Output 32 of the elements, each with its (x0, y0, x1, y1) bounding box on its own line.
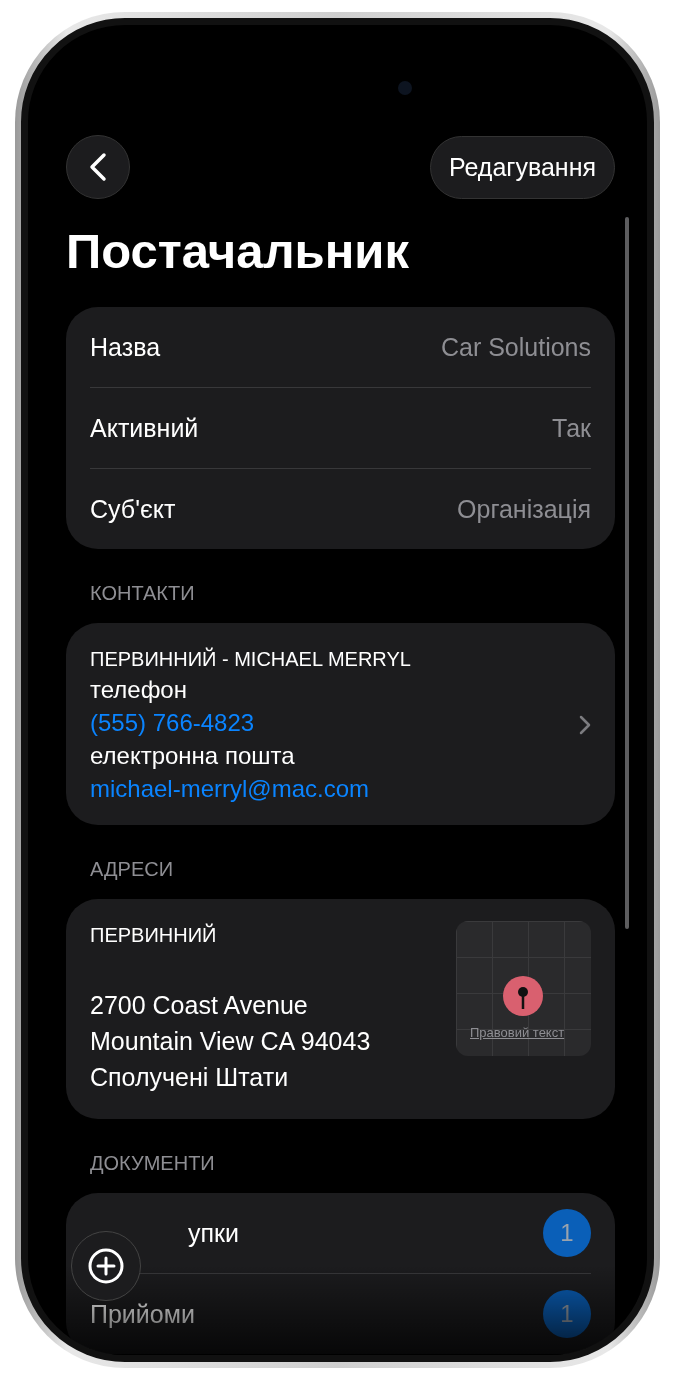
phone-label: телефон (90, 675, 188, 705)
section-header: КОНТАКТИ (90, 581, 196, 605)
section-header: АДРЕСИ (90, 857, 175, 881)
address-line: Сполучені Штати (90, 1062, 290, 1093)
contact-card[interactable]: ПЕРВИННИЙ - MICHAEL MERRYL телефон (555) 766-4823 електронна пошта michael-merryl@mac.com (66, 623, 615, 825)
email-label: електронна пошта (90, 741, 296, 771)
field-label: Назва (90, 332, 161, 362)
legal-link[interactable]: Правовий текст (470, 1025, 565, 1040)
document-label[interactable]: Прийоми (90, 1299, 195, 1329)
email-link[interactable]: michael-merryl@mac.com (90, 773, 579, 805)
field-label: Суб'єкт (90, 494, 176, 524)
address-label: ПЕРВИННИЙ (90, 922, 218, 948)
document-label[interactable]: упки (188, 1218, 239, 1248)
chevron-right-icon (579, 715, 591, 735)
phone-link[interactable]: (555) 766-4823 (90, 707, 579, 739)
count-badge: 1 (543, 1290, 591, 1338)
back-chevron-icon (89, 152, 107, 182)
plus-circle-icon (87, 1247, 125, 1285)
edit-button[interactable]: Редагування (429, 135, 615, 199)
contact-name: ПЕРВИННИЙ - MICHAEL MERRYL (90, 646, 412, 672)
field-value: Організація (457, 494, 591, 524)
page-title: Постачальник (66, 223, 410, 280)
section-header: ДОКУМЕНТИ (90, 1151, 216, 1175)
field-label: Активний (90, 413, 199, 443)
camera-icon (398, 81, 412, 95)
map-pin-icon (502, 975, 544, 1017)
count-badge: 1 (543, 1209, 591, 1257)
address-line: 2700 Coast Avenue (90, 990, 309, 1021)
field-value: Car Solutions (440, 332, 591, 362)
field-value: Так (552, 413, 591, 443)
map-thumbnail[interactable]: Правовий текст (456, 921, 591, 1056)
address-line: Mountain View CA 94043 (90, 1026, 372, 1057)
